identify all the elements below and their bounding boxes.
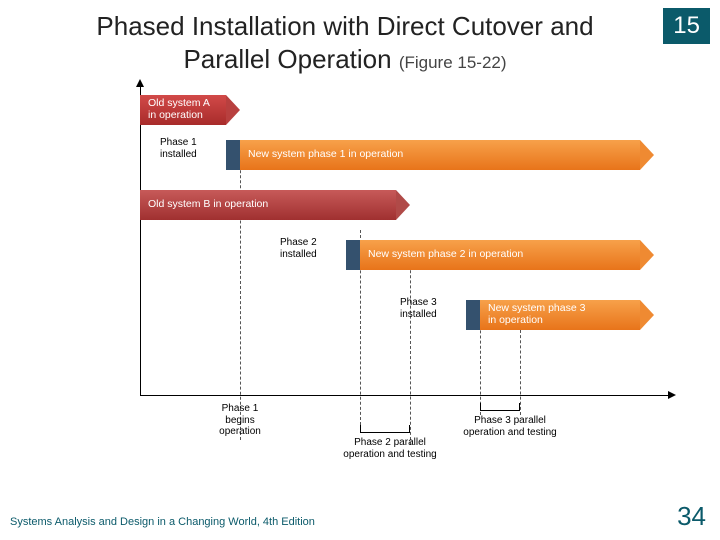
footer-source: Systems Analysis and Design in a Changin… bbox=[10, 516, 315, 528]
phase2-installed-label: Phase 2 installed bbox=[280, 237, 346, 260]
vertical-axis bbox=[140, 85, 141, 395]
title-line1: Phased Installation with Direct Cutover … bbox=[96, 11, 593, 41]
old-system-b-bar: Old system B in operation bbox=[140, 190, 396, 220]
figure-ref: (Figure 15-22) bbox=[399, 53, 507, 72]
phase1-installed-label: Phase 1 installed bbox=[160, 137, 226, 160]
slide-title: Phased Installation with Direct Cutover … bbox=[30, 10, 660, 75]
phase2-brace bbox=[360, 425, 410, 433]
phase3-brace bbox=[480, 403, 520, 411]
time-axis bbox=[140, 395, 670, 396]
new-phase1-bar: New system phase 1 in operation bbox=[240, 140, 640, 170]
timeline-diagram: Old system A in operation New system pha… bbox=[100, 85, 680, 455]
footer-page: 34 bbox=[677, 501, 706, 532]
phase3-parallel-annot: Phase 3 parallel operation and testing bbox=[450, 415, 570, 438]
phase2-parallel-annot: Phase 2 parallel operation and testing bbox=[330, 437, 450, 460]
chapter-badge: 15 bbox=[663, 8, 710, 44]
phase3-install-stub bbox=[466, 300, 480, 330]
phase2-install-stub bbox=[346, 240, 360, 270]
old-system-a-bar: Old system A in operation bbox=[140, 95, 226, 125]
phase2-end-line bbox=[410, 250, 411, 445]
phase1-begins-annot: Phase 1 begins operation bbox=[210, 403, 270, 438]
phase1-cutline bbox=[240, 140, 241, 440]
phase1-install-stub bbox=[226, 140, 240, 170]
phase3-end-line bbox=[520, 330, 521, 415]
phase3-installed-label: Phase 3 installed bbox=[400, 297, 466, 320]
new-phase2-bar: New system phase 2 in operation bbox=[360, 240, 640, 270]
new-phase3-bar: New system phase 3 in operation bbox=[480, 300, 640, 330]
title-line2: Parallel Operation bbox=[183, 44, 391, 74]
